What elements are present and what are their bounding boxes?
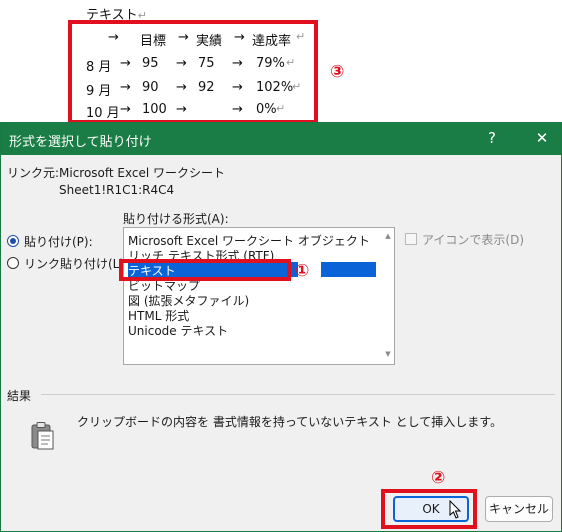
result-divider bbox=[41, 394, 555, 395]
link-source-app: Microsoft Excel ワークシート bbox=[59, 166, 226, 180]
cancel-button[interactable]: キャンセル bbox=[485, 496, 553, 522]
annotation-3: ③ bbox=[330, 62, 345, 82]
link-source-label: リンク元: bbox=[7, 166, 60, 180]
dialog-title: 形式を選択して貼り付け bbox=[9, 135, 152, 150]
radio-paste-label: 貼り付け(P): bbox=[24, 235, 93, 249]
clipboard-icon bbox=[29, 421, 55, 451]
format-item[interactable]: Unicode テキスト bbox=[128, 322, 228, 338]
display-as-icon-label: アイコンで表示(D) bbox=[422, 233, 525, 247]
help-button[interactable]: ? bbox=[481, 129, 503, 147]
selection-highlight-box bbox=[119, 259, 291, 281]
scroll-down-icon[interactable]: ▼ bbox=[382, 350, 394, 362]
display-as-icon-checkbox[interactable] bbox=[405, 233, 417, 245]
selection-bar-tail bbox=[321, 262, 376, 277]
format-item[interactable]: Microsoft Excel ワークシート オブジェクト bbox=[128, 232, 370, 248]
radio-paste-link-indicator[interactable] bbox=[7, 257, 19, 269]
close-button[interactable]: ✕ bbox=[531, 129, 553, 147]
annotation-1: ① bbox=[295, 261, 310, 281]
paste-special-dialog: 形式を選択して貼り付け ? ✕ リンク元: Microsoft Excel ワー… bbox=[0, 122, 562, 532]
result-label: 結果 bbox=[7, 389, 32, 403]
radio-paste[interactable]: 貼り付け(P): bbox=[7, 233, 117, 249]
link-source-range: Sheet1!R1C1:R4C4 bbox=[59, 183, 175, 197]
radio-paste-link[interactable]: リンク貼り付け(L): bbox=[7, 255, 128, 271]
scroll-up-icon[interactable]: ▲ bbox=[382, 232, 394, 244]
annotation-2: ② bbox=[431, 468, 446, 488]
radio-paste-link-label: リンク貼り付け(L): bbox=[24, 257, 129, 271]
radio-paste-indicator[interactable] bbox=[7, 235, 19, 247]
pasted-table: → 目標 → 実績 → 達成率 ↵ 8 月 → 95 → 75 → 79% ↵ … bbox=[86, 30, 306, 121]
format-listbox[interactable]: Microsoft Excel ワークシート オブジェクト リッチ テキスト形式… bbox=[123, 227, 395, 365]
format-item[interactable]: HTML 形式 bbox=[128, 307, 189, 323]
paste-as-label: 貼り付ける形式(A): bbox=[123, 212, 229, 226]
mouse-cursor-icon bbox=[449, 499, 463, 520]
format-item[interactable]: 図 (拡張メタファイル) bbox=[128, 292, 249, 308]
result-description: クリップボードの内容を 書式情報を持っていないテキスト として挿入します。 bbox=[77, 415, 503, 429]
dialog-titlebar: 形式を選択して貼り付け ? ✕ bbox=[1, 123, 561, 155]
